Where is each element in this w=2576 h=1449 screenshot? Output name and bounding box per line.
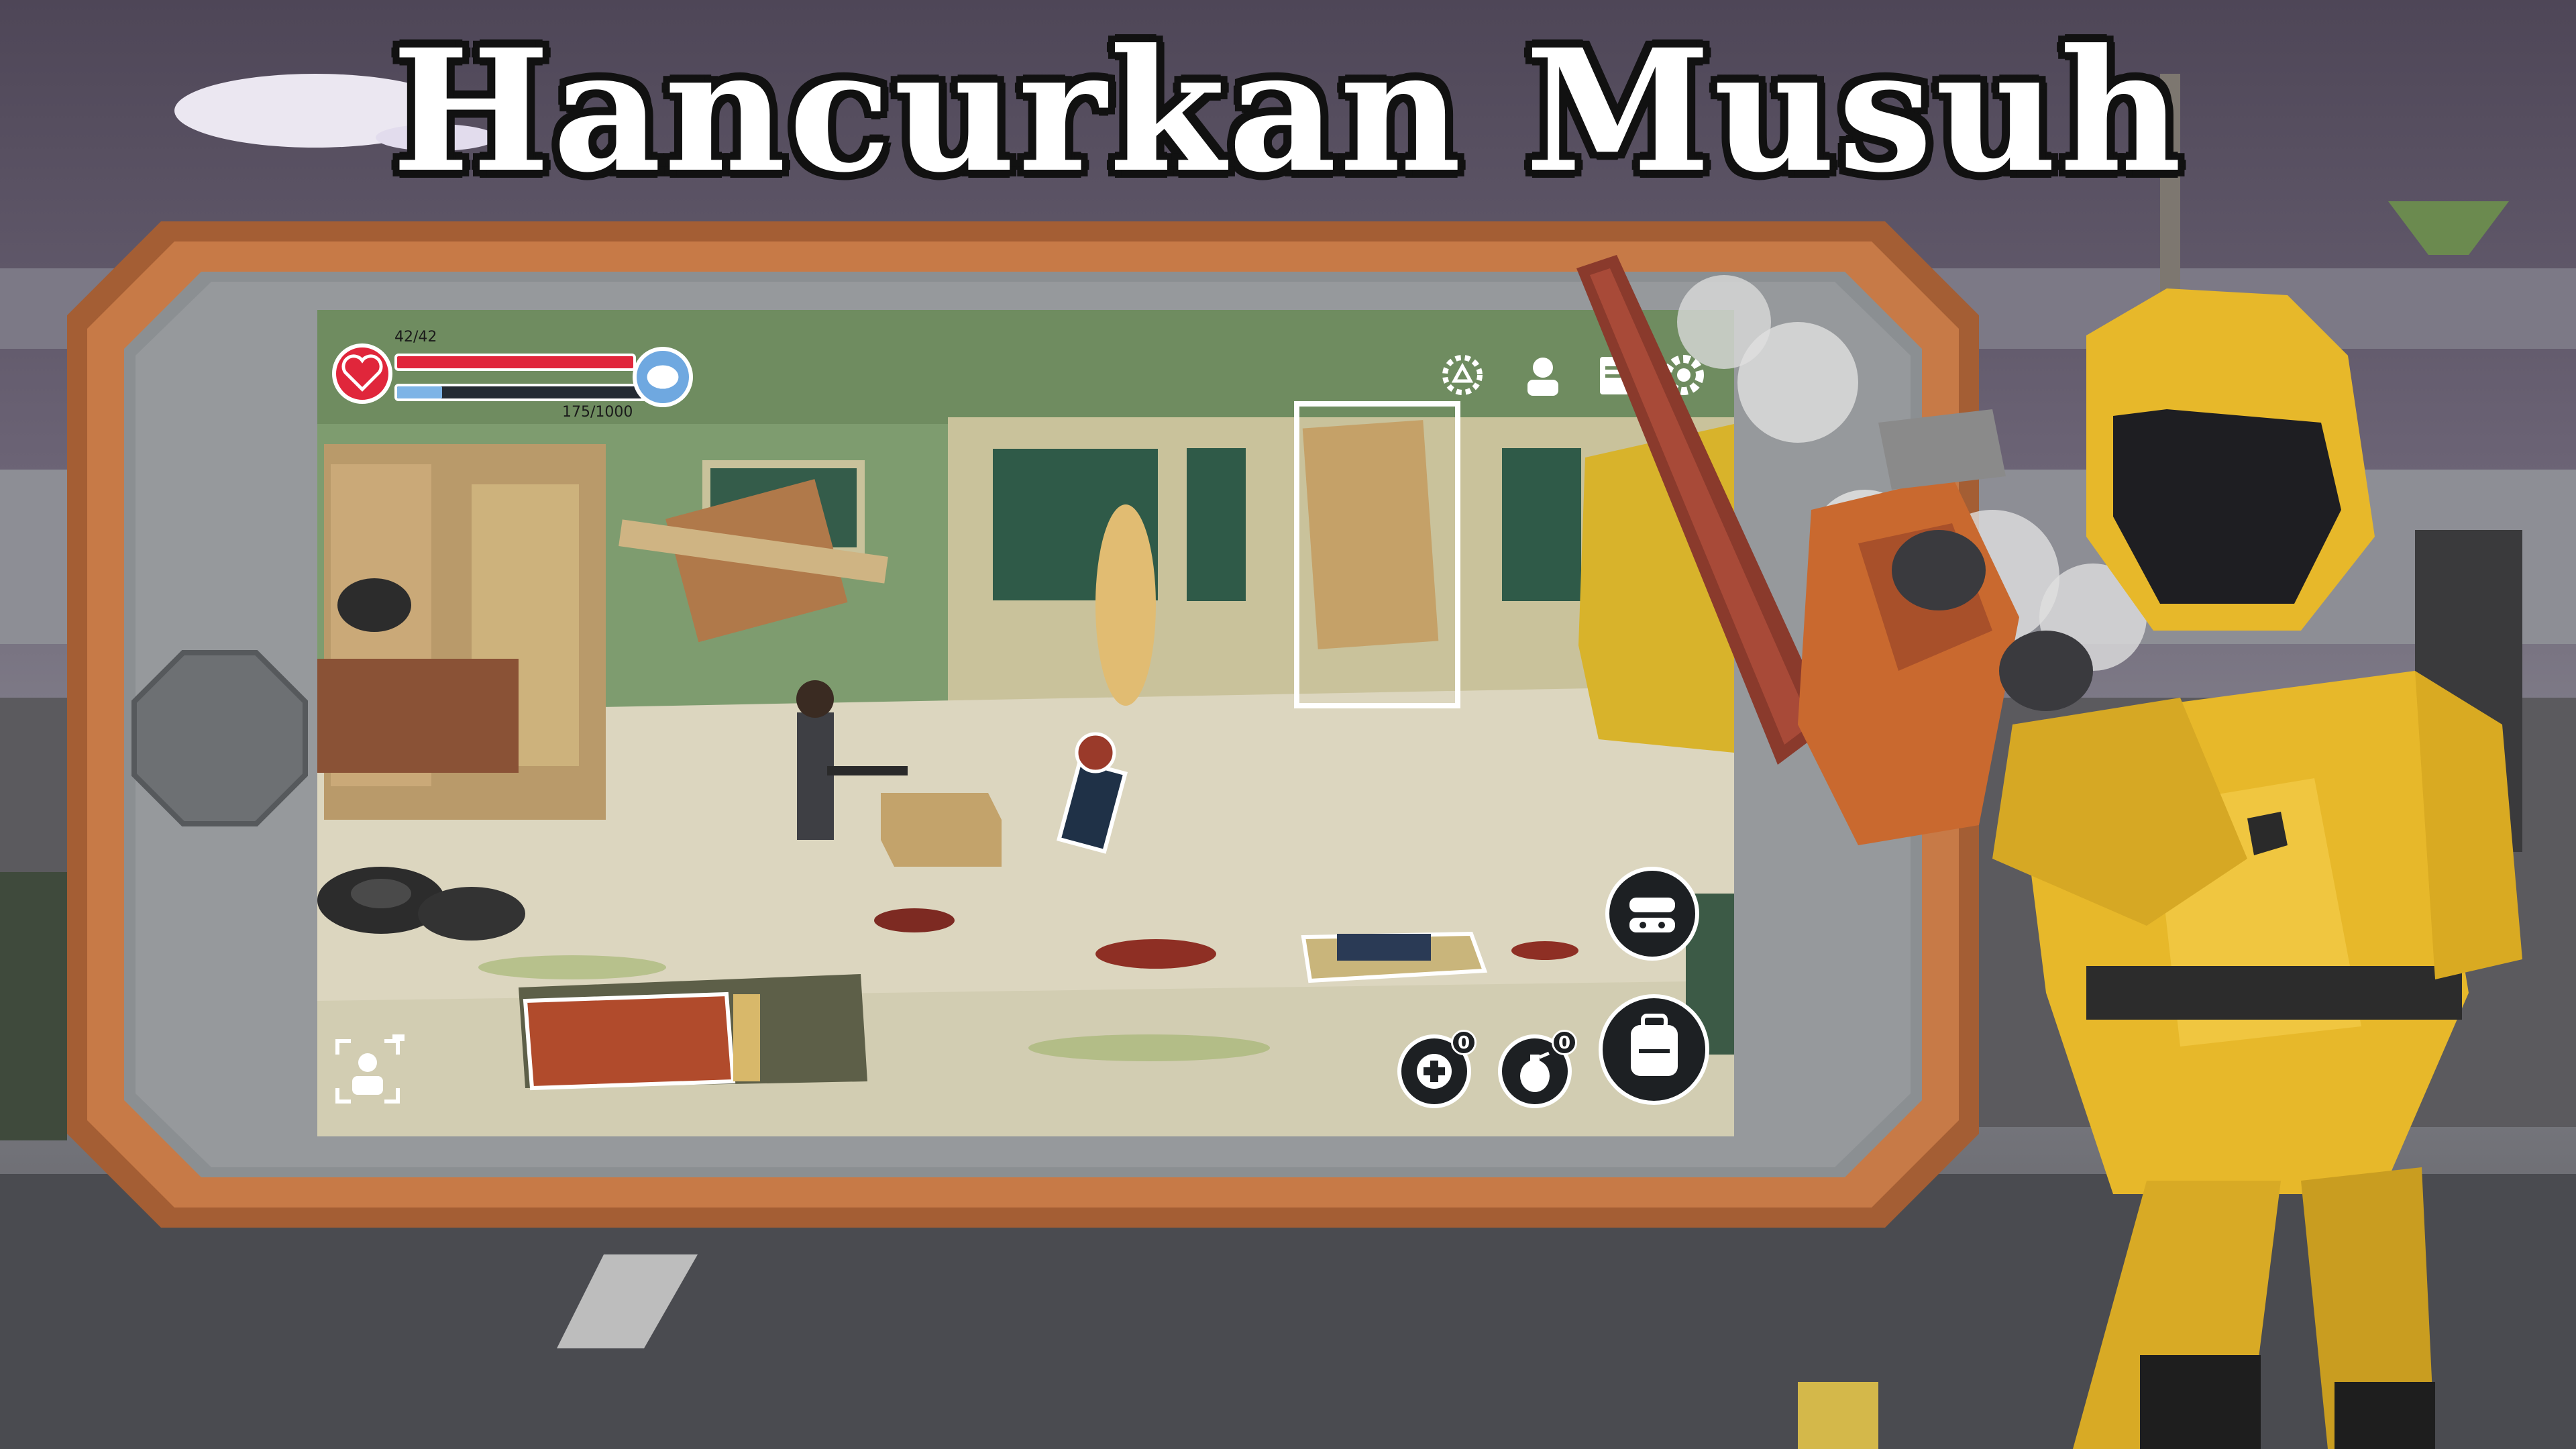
experience-bar-fill	[397, 386, 442, 398]
grenade-count-badge: 0	[1552, 1030, 1577, 1055]
heart-icon	[332, 343, 392, 404]
hazmat-character	[1576, 255, 2522, 1449]
heal-count-badge: 0	[1451, 1030, 1477, 1055]
camera-button[interactable]	[331, 1034, 405, 1108]
page-title: Hancurkan Musuh	[391, 12, 2185, 209]
health-bar	[394, 354, 636, 371]
camera-icon	[392, 1034, 405, 1041]
movement-joystick[interactable]	[131, 649, 309, 827]
health-text: 42/42	[394, 329, 437, 345]
game-scene	[317, 310, 1734, 1136]
experience-text: 175/1000	[562, 404, 633, 421]
gear-badge-icon[interactable]	[1438, 350, 1487, 400]
experience-bar	[394, 384, 656, 401]
profile-icon[interactable]	[1518, 350, 1568, 400]
game-viewport[interactable]: 42/42 175/1000 0 0	[317, 310, 1734, 1136]
brain-icon	[633, 347, 693, 407]
